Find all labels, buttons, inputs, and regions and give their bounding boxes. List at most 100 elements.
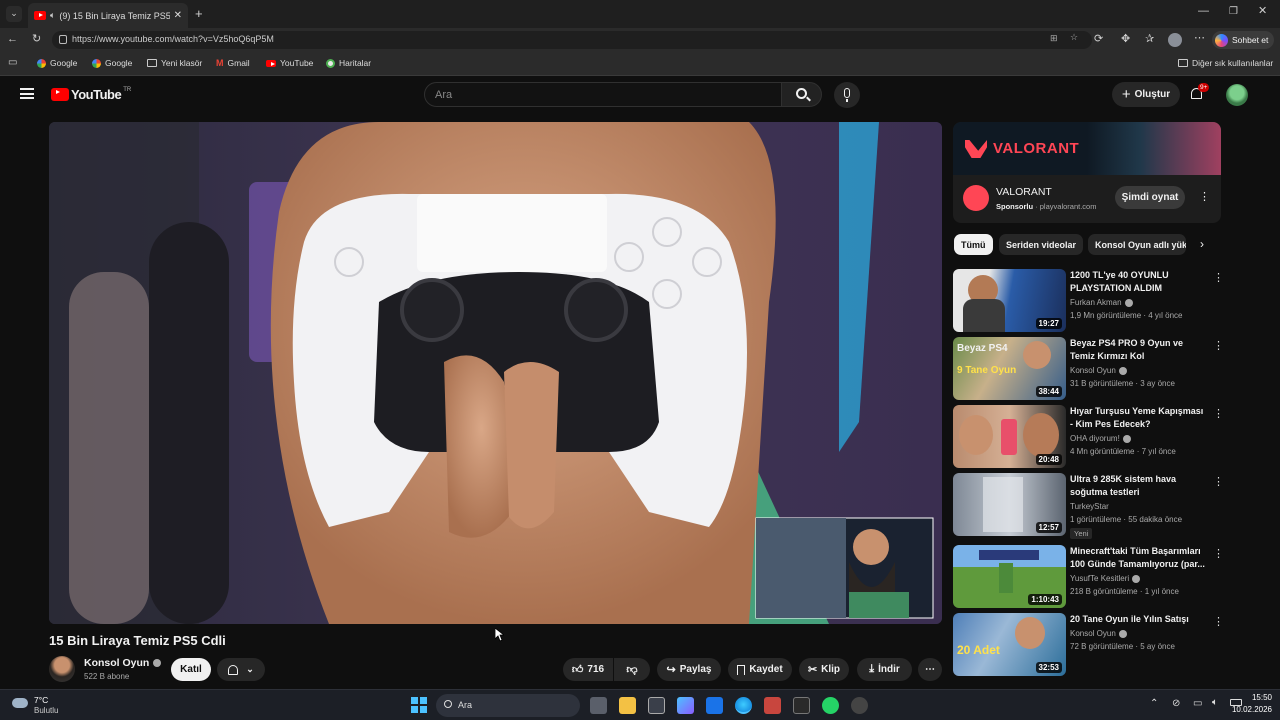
channel-name[interactable]: Konsol Oyun — [1070, 366, 1127, 375]
volume-icon[interactable]: 🔈︎ — [1212, 697, 1218, 708]
mail-icon[interactable] — [706, 697, 723, 714]
channel-name[interactable]: Konsol Oyun — [1070, 629, 1127, 638]
menu-icon[interactable] — [20, 88, 34, 99]
favorite-star-icon[interactable]: ☆ — [1070, 32, 1078, 43]
more-menu-icon[interactable]: ⋯ — [1194, 33, 1205, 44]
store-icon[interactable] — [648, 697, 665, 714]
refresh-icon[interactable]: ↻ — [32, 34, 41, 45]
bookmark-folder[interactable]: Yeni klasör — [147, 58, 202, 68]
recommendation-item[interactable]: 20 Adet 32:53 20 Tane Oyun ile Yılın Sat… — [953, 613, 1228, 676]
channel-name[interactable]: Furkan Akman — [1070, 298, 1133, 307]
ad-title[interactable]: VALORANT — [996, 186, 1052, 198]
ad-card[interactable]: VALORANT VALORANT Sponsorlu · playvalora… — [953, 122, 1221, 223]
youtube-logo[interactable]: YouTube TR — [51, 87, 131, 102]
chip-all[interactable]: Tümü — [954, 234, 993, 255]
tab-actions-icon[interactable]: ⌄ — [6, 6, 22, 22]
extensions-icon[interactable]: ⟳ — [1094, 34, 1103, 45]
chevron-up-icon[interactable]: ⌃ — [1150, 698, 1158, 709]
download-button[interactable]: ⤓ İndir — [857, 658, 912, 681]
video-title[interactable]: Hıyar Turşusu Yeme Kapışması - Kim Pes E… — [1070, 405, 1208, 431]
bookmark-youtube[interactable]: YouTube — [266, 58, 313, 68]
more-vertical-icon[interactable]: ⋮ — [1213, 475, 1224, 488]
notification-bell-button[interactable]: ⌄ — [217, 658, 265, 681]
video-thumbnail[interactable]: 20 Adet 32:53 — [953, 613, 1066, 676]
channel-name[interactable]: Konsol Oyun — [84, 657, 162, 669]
recommendation-item[interactable]: 19:27 1200 TL'ye 40 OYUNLU PLAYSTATION A… — [953, 269, 1228, 332]
dislike-button[interactable]: 👎︎ — [614, 658, 650, 681]
video-player[interactable] — [49, 122, 942, 624]
edge-browser-icon[interactable] — [735, 697, 752, 714]
new-tab-icon[interactable]: + — [195, 7, 203, 20]
recommendation-item[interactable]: Beyaz PS4 9 Tane Oyun 38:44 Beyaz PS4 PR… — [953, 337, 1228, 400]
bookmark-gmail[interactable]: M Gmail — [216, 58, 250, 68]
channel-name[interactable]: YusufTe Kesitleri — [1070, 574, 1141, 583]
more-vertical-icon[interactable]: ⋮ — [1213, 615, 1224, 628]
close-window-icon[interactable]: ✕ — [1258, 6, 1267, 17]
site-info-icon[interactable] — [59, 35, 67, 44]
video-thumbnail[interactable]: 19:27 — [953, 269, 1066, 332]
chip-series[interactable]: Seriden videolar — [999, 234, 1084, 255]
video-title[interactable]: Beyaz PS4 PRO 9 Oyun ve Temiz Kırmızı Ko… — [1070, 337, 1208, 363]
maximize-icon[interactable]: ❐ — [1229, 7, 1238, 17]
channel-avatar[interactable] — [49, 656, 75, 682]
video-thumbnail[interactable]: Beyaz PS4 9 Tane Oyun 38:44 — [953, 337, 1066, 400]
search-input[interactable]: Ara — [424, 82, 782, 107]
bookmark-maps[interactable]: Haritalar — [326, 58, 371, 68]
ad-logo-icon[interactable] — [963, 185, 989, 211]
notifications-button[interactable]: 9+ — [1189, 83, 1210, 104]
tab-sidebar-icon[interactable]: ▭ — [8, 58, 17, 68]
more-actions-button[interactable]: ⋯ — [918, 658, 942, 681]
whatsapp-icon[interactable] — [822, 697, 839, 714]
more-vertical-icon[interactable]: ⋮ — [1213, 339, 1224, 352]
other-bookmarks[interactable]: Diğer sık kullanılanlar — [1178, 58, 1273, 68]
task-view-icon[interactable] — [590, 697, 607, 714]
chat-app-icon[interactable] — [677, 697, 694, 714]
app-icon-dark[interactable] — [793, 697, 810, 714]
system-clock[interactable]: 15:50 10.02.2026 — [1228, 693, 1272, 714]
url-field[interactable]: https://www.youtube.com/watch?v=Vz5hoQ6q… — [52, 31, 1092, 49]
file-explorer-icon[interactable] — [619, 697, 636, 714]
save-button[interactable]: Kaydet — [728, 658, 792, 681]
like-button[interactable]: 👍︎ 716 — [563, 658, 613, 681]
more-vertical-icon[interactable]: ⋮ — [1213, 271, 1224, 284]
chevron-right-icon[interactable]: › — [1200, 237, 1204, 251]
weather-widget[interactable]: 7°C Bulutlu — [10, 694, 80, 718]
channel-name[interactable]: OHA diyorum! — [1070, 434, 1131, 443]
profile-avatar[interactable] — [1168, 33, 1182, 47]
channel-name[interactable]: TurkeyStar — [1070, 502, 1109, 511]
more-vertical-icon[interactable]: ⋮ — [1213, 547, 1224, 560]
video-title[interactable]: Ultra 9 285K sistem hava soğutma testler… — [1070, 473, 1208, 499]
tab-active[interactable]: 🔈︎ (9) 15 Bin Liraya Temiz PS5 Cdli ✕ — [28, 3, 188, 28]
video-title[interactable]: 1200 TL'ye 40 OYUNLU PLAYSTATION ALDIM — [1070, 269, 1208, 295]
taskbar-search[interactable]: Ara — [436, 694, 580, 717]
app-icon-circle[interactable] — [851, 697, 868, 714]
recommendation-item[interactable]: 1:10:43 Minecraft'taki Tüm Başarımları 1… — [953, 545, 1228, 608]
chip-channel-uploads[interactable]: Konsol Oyun adlı yükl — [1088, 234, 1186, 255]
minimize-icon[interactable]: — — [1198, 6, 1209, 17]
join-button[interactable]: Katıl — [171, 658, 211, 681]
create-button[interactable]: + Oluştur — [1112, 82, 1180, 107]
copilot-button[interactable]: Sohbet et — [1212, 31, 1274, 49]
share-button[interactable]: ↪ Paylaş — [657, 658, 721, 681]
bookmark-google-2[interactable]: Google — [92, 58, 132, 68]
video-title[interactable]: Minecraft'taki Tüm Başarımları 100 Günde… — [1070, 545, 1208, 571]
recommendation-item[interactable]: 20:48 Hıyar Turşusu Yeme Kapışması - Kim… — [953, 405, 1228, 468]
extension-puzzle-icon[interactable]: ✥ — [1121, 34, 1130, 45]
video-thumbnail[interactable]: 20:48 — [953, 405, 1066, 468]
video-thumbnail[interactable]: 12:57 — [953, 473, 1066, 536]
reader-icon[interactable]: ⊞ — [1050, 33, 1058, 44]
voice-search-button[interactable] — [834, 82, 860, 108]
video-title[interactable]: 20 Tane Oyun ile Yılın Satışı — [1070, 613, 1208, 626]
network-icon[interactable]: ⊘ — [1172, 698, 1180, 709]
recommendation-item[interactable]: 12:57 Ultra 9 285K sistem hava soğutma t… — [953, 473, 1228, 539]
clip-button[interactable]: ✂ Klip — [799, 658, 849, 681]
speaker-icon[interactable]: 🔈︎ — [50, 10, 55, 21]
close-tab-icon[interactable]: ✕ — [174, 10, 182, 21]
account-avatar[interactable] — [1226, 84, 1248, 106]
ad-cta-button[interactable]: Şimdi oynat — [1115, 186, 1185, 209]
ad-more-icon[interactable]: ⋮ — [1199, 190, 1210, 203]
favorites-icon[interactable]: ✰ — [1145, 34, 1154, 45]
search-button[interactable] — [781, 82, 822, 107]
start-button[interactable] — [411, 697, 427, 713]
ad-banner[interactable]: VALORANT — [953, 122, 1221, 175]
